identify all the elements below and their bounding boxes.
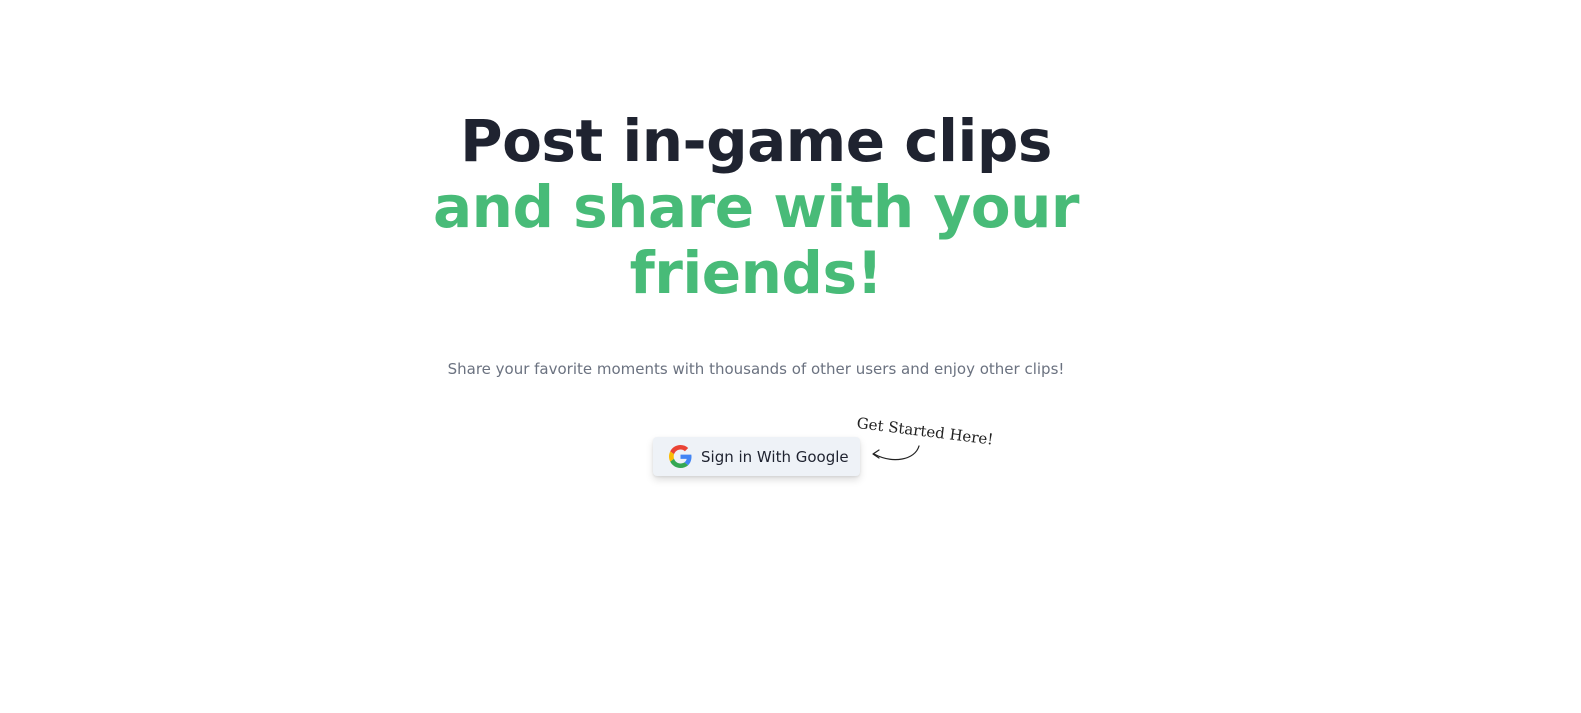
curved-arrow-icon (872, 445, 920, 461)
google-g-icon (669, 445, 692, 468)
hero-subtitle: Share your favorite moments with thousan… (447, 360, 1065, 378)
hero-section: Post in-game clips and share with your f… (0, 0, 1581, 713)
headline-line-3: friends! (629, 239, 883, 307)
sign-in-with-google-button[interactable]: Sign in With Google (653, 437, 860, 476)
headline-line-2: and share with your (433, 173, 1079, 241)
sign-in-button-label: Sign in With Google (701, 447, 849, 466)
headline-line-1: Post in-game clips (460, 107, 1052, 175)
